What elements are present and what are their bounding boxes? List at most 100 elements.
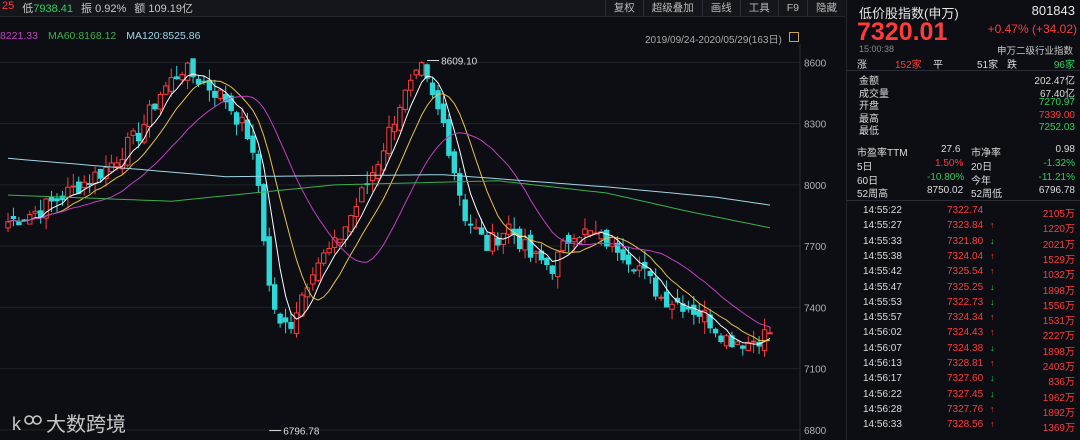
industry-tag: 申万二级行业指数 bbox=[996, 46, 1073, 57]
candle-body bbox=[288, 322, 294, 329]
tick-arrow-icon: ↑ bbox=[990, 312, 995, 323]
candle-body bbox=[163, 85, 169, 95]
candle-body bbox=[299, 294, 305, 317]
tick-price: 7327.45 bbox=[947, 388, 984, 400]
tick-row: 14:55:33 7321.80 ↓ 2021万 bbox=[847, 235, 1080, 251]
candle-body bbox=[152, 103, 158, 110]
tick-price: 7324.34 bbox=[947, 312, 984, 324]
candle-body bbox=[767, 332, 773, 335]
candle-body bbox=[718, 335, 724, 343]
tick-price: 7324.04 bbox=[947, 250, 984, 262]
tick-row: 14:55:42 7325.54 ↑ 1032万 bbox=[847, 266, 1080, 282]
tick-price: 7324.43 bbox=[947, 327, 984, 339]
tick-price: 7328.81 bbox=[947, 358, 984, 369]
tick-arrow-icon: ↓ bbox=[990, 373, 995, 384]
tick-price: 7324.38 bbox=[947, 342, 984, 354]
tick-row: 14:55:22 7322.74 2105万 bbox=[847, 205, 1080, 220]
kline-chart[interactable]: 8600 8300 8000 7700 7400 7100 6800 8609.10 6796.… bbox=[0, 44, 845, 440]
candle-body bbox=[571, 238, 577, 243]
candle-body bbox=[130, 130, 136, 136]
tick-volume: 1531万 bbox=[1042, 316, 1075, 328]
toolbar-menu: 复权 超级叠加 画线 工具 F9 隐藏 bbox=[604, 0, 845, 16]
candle-body bbox=[544, 257, 550, 266]
candle-body bbox=[750, 340, 757, 343]
candle-body bbox=[620, 249, 626, 261]
tick-time: 14:56:02 bbox=[863, 327, 902, 339]
y-tick-label: 8000 bbox=[804, 181, 827, 192]
tick-volume: 1556万 bbox=[1042, 300, 1075, 312]
tick-time: 14:55:22 bbox=[863, 205, 902, 216]
ma-first-value: 8221.33 bbox=[0, 30, 38, 42]
tick-arrow-icon: ↑ bbox=[990, 327, 995, 338]
breadth-row: 涨 152家平 51家跌 96家 bbox=[847, 56, 1080, 71]
tick-arrow-icon: ↑ bbox=[990, 220, 995, 231]
candle-body bbox=[555, 251, 561, 278]
candle-body bbox=[712, 328, 719, 334]
tick-time: 14:55:42 bbox=[863, 266, 902, 278]
period-value: 8750.02 bbox=[927, 185, 964, 196]
tick-arrow-icon: ↓ bbox=[990, 296, 995, 307]
tick-time: 14:55:33 bbox=[863, 235, 902, 247]
pe-value: 27.6 bbox=[941, 144, 961, 155]
candle-body bbox=[244, 119, 251, 140]
tick-row: 14:55:53 7322.73 ↓ 1556万 bbox=[847, 296, 1080, 312]
candle-body bbox=[761, 329, 768, 351]
tick-time: 14:56:07 bbox=[863, 342, 902, 354]
price-change: +0.47% (+34.02) bbox=[987, 22, 1077, 36]
candle-body bbox=[179, 74, 185, 81]
candle-body bbox=[653, 277, 659, 297]
menu-tools[interactable]: 工具 bbox=[739, 0, 778, 16]
stat-label: 最低 bbox=[859, 126, 879, 137]
tick-volume: 1032万 bbox=[1042, 270, 1075, 282]
candle-body bbox=[391, 123, 398, 133]
tick-time: 14:56:13 bbox=[863, 358, 902, 369]
y-tick-label: 6800 bbox=[804, 426, 827, 437]
tick-row: 14:55:57 7324.34 ↑ 1531万 bbox=[847, 312, 1080, 328]
candle-body bbox=[5, 221, 11, 229]
candle-body bbox=[582, 228, 588, 236]
down-label: 跌 bbox=[1007, 60, 1017, 71]
candle-body bbox=[76, 181, 82, 194]
tick-time: 14:56:28 bbox=[863, 403, 902, 415]
tick-price: 7322.73 bbox=[947, 296, 984, 308]
tick-row: 14:56:02 7324.43 ↑ 2227万 bbox=[847, 327, 1080, 342]
last-price: 7320.01 bbox=[857, 18, 948, 46]
pe-row: 市盈率TTM 27.6 市净率 0.98 bbox=[847, 144, 1080, 159]
menu-overlay[interactable]: 超级叠加 bbox=[642, 0, 702, 16]
flat-count: 51家 bbox=[977, 60, 999, 71]
tick-arrow-icon: ↑ bbox=[990, 358, 995, 368]
tick-volume: 2403万 bbox=[1042, 362, 1075, 373]
tick-arrow-icon: ↑ bbox=[990, 250, 995, 261]
candle-body bbox=[658, 296, 664, 299]
tick-volume: 1898万 bbox=[1042, 346, 1075, 358]
candle-body bbox=[691, 304, 697, 315]
candle-body bbox=[663, 291, 670, 308]
menu-f9[interactable]: F9 bbox=[777, 0, 807, 16]
candle-body bbox=[48, 196, 55, 202]
menu-fuquan[interactable]: 复权 bbox=[604, 0, 643, 16]
candle-body bbox=[277, 313, 283, 324]
candle-body bbox=[734, 341, 741, 345]
candle-body bbox=[282, 317, 289, 323]
stat-row: 开盘 7270.97 bbox=[847, 97, 1080, 112]
candle-body bbox=[359, 187, 365, 203]
tick-arrow-icon: ↑ bbox=[990, 403, 995, 414]
stat-value: 7270.97 bbox=[1038, 97, 1075, 108]
range-toggle-icon[interactable] bbox=[789, 32, 799, 42]
candle-body bbox=[168, 77, 174, 92]
divider bbox=[847, 200, 1080, 201]
candle-body bbox=[369, 172, 376, 182]
candle-body bbox=[146, 104, 153, 128]
candle-body bbox=[533, 251, 539, 255]
candle-body bbox=[457, 173, 463, 196]
candle-body bbox=[435, 90, 441, 110]
ma120-value: MA120:8525.86 bbox=[126, 30, 201, 42]
y-tick-label: 7700 bbox=[804, 242, 827, 253]
candle-body bbox=[353, 205, 360, 217]
tick-time: 14:56:33 bbox=[863, 419, 902, 431]
high-label: 8609.10 bbox=[441, 56, 478, 67]
menu-hide[interactable]: 隐藏 bbox=[807, 0, 845, 16]
candle-body bbox=[70, 185, 77, 188]
menu-draw[interactable]: 画线 bbox=[701, 0, 740, 16]
tick-time: 14:56:17 bbox=[863, 373, 902, 385]
